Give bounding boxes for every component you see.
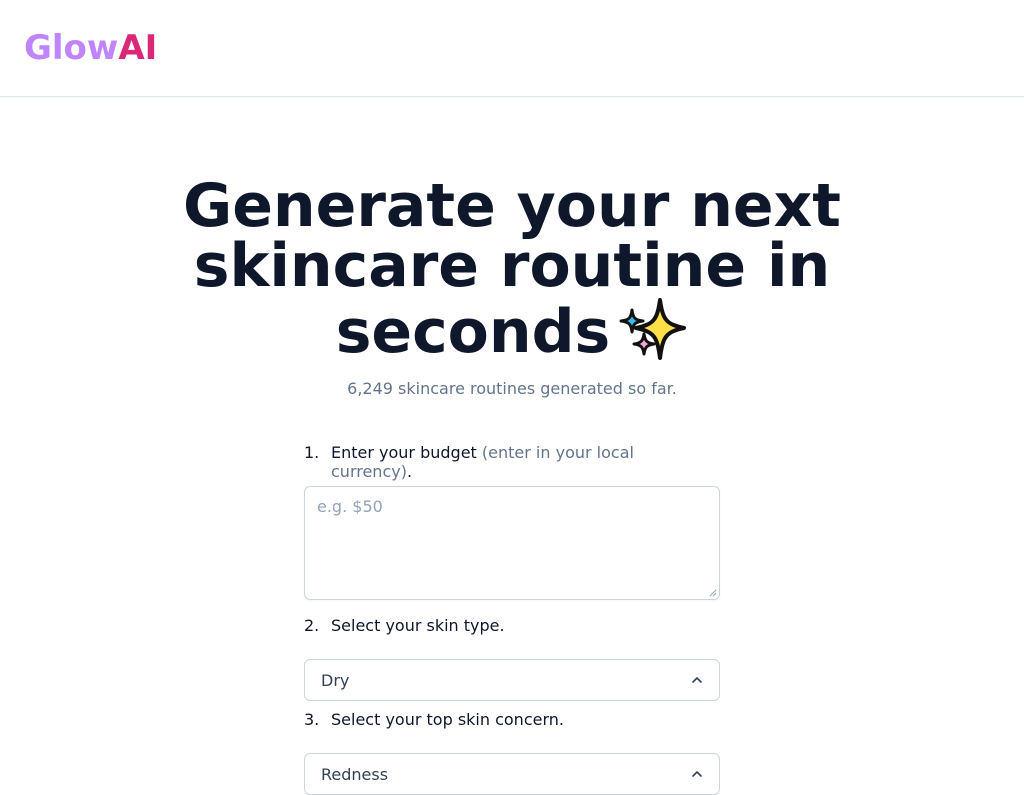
step-1-text: Enter your budget <box>331 443 477 462</box>
step-2-number: 2. <box>304 616 320 635</box>
budget-textarea[interactable]: e.g. $50 <box>304 486 720 600</box>
step-3-text: Select your top skin concern. <box>331 710 564 729</box>
step-1-label: 1. Enter your budget (enter in your loca… <box>304 443 720 481</box>
step-3-number: 3. <box>304 710 320 729</box>
skin-type-select[interactable]: Dry <box>304 659 720 701</box>
step-1-number: 1. <box>304 443 320 462</box>
page-title: Generate your next skincare routine in s… <box>0 176 1024 366</box>
sparkles-icon <box>619 298 687 360</box>
chevron-up-icon <box>692 677 702 683</box>
step-2-label: 2. Select your skin type. <box>304 616 720 635</box>
skin-concern-select[interactable]: Redness <box>304 753 720 795</box>
skin-concern-value: Redness <box>321 764 389 784</box>
step-2-text: Select your skin type. <box>331 616 505 635</box>
page-title-line-3: seconds <box>335 297 611 367</box>
chevron-up-icon <box>692 771 702 777</box>
site-header: GlowAI <box>0 0 1024 97</box>
budget-placeholder: e.g. $50 <box>317 497 383 516</box>
page-title-line-2: skincare routine in <box>193 231 831 301</box>
step-1-tail: . <box>406 462 413 481</box>
brand-logo-ai: AI <box>118 28 158 68</box>
routines-counter: 6,249 skincare routines generated so far… <box>347 379 677 398</box>
step-3-label: 3. Select your top skin concern. <box>304 710 720 729</box>
brand-logo[interactable]: GlowAI <box>24 31 157 65</box>
skin-type-value: Dry <box>321 670 350 690</box>
resize-grip-icon[interactable] <box>709 589 717 597</box>
brand-logo-glow: Glow <box>24 28 119 68</box>
